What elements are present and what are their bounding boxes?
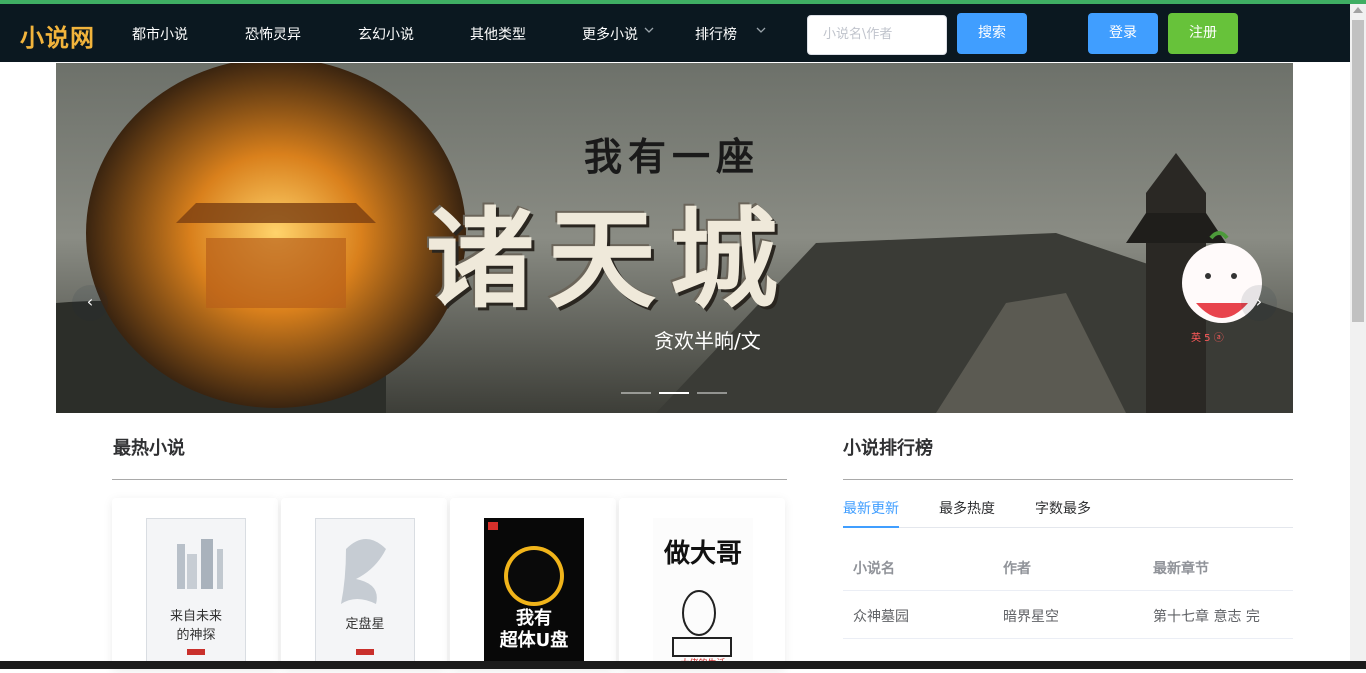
table-divider bbox=[843, 590, 1293, 591]
svg-text:我有: 我有 bbox=[516, 607, 552, 629]
chevron-down-icon bbox=[643, 24, 655, 36]
carousel-prev-button[interactable]: ‹ bbox=[72, 285, 108, 321]
carousel-indicator[interactable] bbox=[697, 392, 727, 394]
nav-item-fantasy[interactable]: 玄幻小说 bbox=[358, 24, 414, 44]
login-button[interactable]: 登录 bbox=[1088, 13, 1158, 54]
book-card[interactable]: 来自未来 的神探 bbox=[112, 498, 278, 669]
table-cell-author: 暗界星空 bbox=[1003, 609, 1059, 625]
column-header-author: 作者 bbox=[1003, 561, 1031, 577]
table-cell-novel[interactable]: 众神墓园 bbox=[853, 606, 909, 626]
nav-item-ranking[interactable]: 排行榜 bbox=[695, 24, 737, 44]
divider bbox=[112, 479, 787, 480]
carousel-indicator[interactable] bbox=[621, 392, 651, 394]
book-cover-art: 做大哥 大佬的生活 bbox=[663, 539, 742, 669]
table-divider bbox=[843, 638, 1293, 639]
chevron-down-icon bbox=[755, 24, 767, 36]
book-cover[interactable]: 定盘星 bbox=[315, 518, 415, 669]
svg-text:做大哥: 做大哥 bbox=[663, 539, 742, 569]
tabs-baseline bbox=[843, 527, 1293, 528]
book-cover[interactable]: 做大哥 大佬的生活 bbox=[653, 518, 753, 669]
tab-latest-update[interactable]: 最新更新 bbox=[843, 498, 899, 518]
book-card[interactable]: 我有 超体U盘 bbox=[450, 498, 616, 669]
svg-text:超体U盘: 超体U盘 bbox=[500, 629, 569, 651]
hot-novels-title: 最热小说 bbox=[113, 438, 185, 459]
column-header-latest-chapter: 最新章节 bbox=[1153, 561, 1209, 577]
banner-title-big: 诸天城 bbox=[426, 197, 793, 323]
book-cover-art bbox=[177, 539, 223, 655]
active-tab-indicator bbox=[843, 526, 899, 528]
book-cover[interactable]: 来自未来 的神探 bbox=[146, 518, 246, 669]
navbar: 小说网 都市小说 恐怖灵异 玄幻小说 其他类型 更多小说 排行榜 小说名\作者 … bbox=[0, 4, 1350, 62]
book-cover-title: 定盘星 bbox=[345, 617, 385, 632]
nav-item-other[interactable]: 其他类型 bbox=[470, 24, 526, 44]
table-cell-latest-chapter[interactable]: 第十七章 意志 完 bbox=[1153, 606, 1260, 626]
carousel-indicator-active[interactable] bbox=[659, 392, 689, 394]
book-cover[interactable]: 我有 超体U盘 bbox=[484, 518, 584, 669]
nav-item-urban[interactable]: 都市小说 bbox=[132, 24, 188, 44]
nav-item-horror[interactable]: 恐怖灵异 bbox=[245, 24, 301, 44]
tab-most-words[interactable]: 字数最多 bbox=[1035, 498, 1091, 518]
search-input[interactable]: 小说名\作者 bbox=[807, 15, 947, 55]
divider bbox=[843, 479, 1293, 480]
scrollbar-thumb[interactable] bbox=[1352, 20, 1364, 322]
page-scrollbar[interactable] bbox=[1350, 4, 1366, 669]
mascot-label: 英 5 ⓐ bbox=[1191, 333, 1224, 344]
scroll-up-arrow-icon[interactable] bbox=[1353, 7, 1363, 13]
book-cover-title: 来自未来 的神探 bbox=[169, 609, 222, 643]
book-card[interactable]: 定盘星 bbox=[281, 498, 447, 669]
book-card[interactable]: 做大哥 大佬的生活 bbox=[619, 498, 785, 669]
search-button[interactable]: 搜索 bbox=[957, 13, 1027, 54]
nav-item-more[interactable]: 更多小说 bbox=[582, 24, 638, 44]
register-button[interactable]: 注册 bbox=[1168, 13, 1238, 54]
ranking-title: 小说排行榜 bbox=[843, 438, 933, 459]
banner-carousel[interactable]: 我有一座 诸天城 贪欢半晌/文 英 5 ⓐ ‹ › bbox=[56, 63, 1293, 413]
book-cover-art bbox=[341, 539, 386, 655]
os-taskbar bbox=[0, 661, 1366, 669]
book-cover-art: 我有 超体U盘 bbox=[488, 522, 569, 651]
column-header-novel: 小说名 bbox=[853, 561, 895, 577]
tab-most-popular[interactable]: 最多热度 bbox=[939, 498, 995, 518]
carousel-next-button[interactable]: › bbox=[1241, 285, 1277, 321]
banner-author: 贪欢半晌/文 bbox=[654, 329, 761, 353]
site-logo[interactable]: 小说网 bbox=[20, 18, 95, 53]
